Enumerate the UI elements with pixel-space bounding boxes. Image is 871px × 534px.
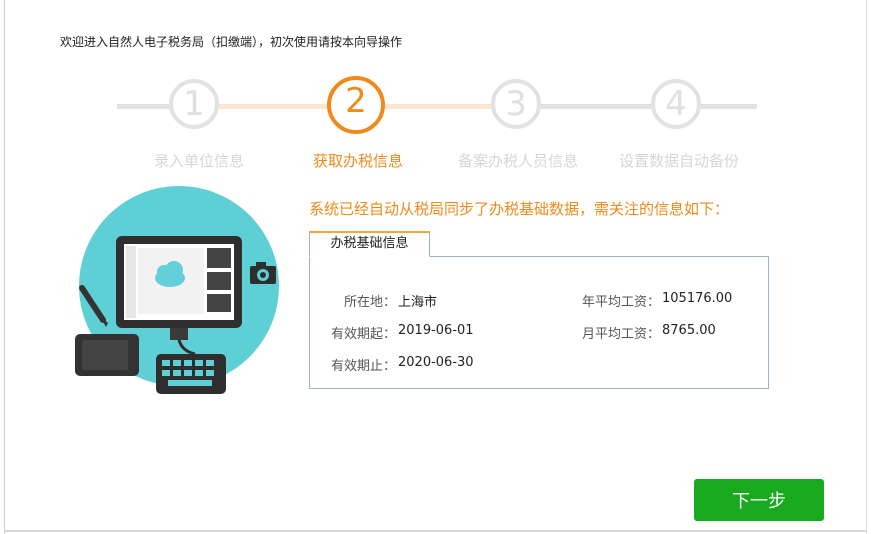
welcome-text: 欢迎进入自然人电子税务局（扣缴端），初次使用请按本向导操作 — [60, 35, 403, 49]
step-1-label: 录入单位信息 — [153, 152, 244, 170]
window-border-left — [4, 0, 5, 534]
step-line-3-4 — [541, 104, 651, 109]
step-line-1-2 — [219, 104, 331, 109]
annual-avg-wage-value: 105176.00 — [662, 291, 733, 306]
valid-from-label: 有效期起： — [330, 327, 396, 342]
tablet-icon — [75, 334, 139, 376]
step-4-label: 设置数据自动备份 — [618, 152, 739, 170]
desk-illustration — [75, 186, 279, 394]
step-line-start — [117, 104, 171, 109]
monthly-avg-wage-label: 月平均工资： — [581, 327, 660, 342]
next-button[interactable]: 下一步 — [694, 479, 824, 521]
step-line-2-3 — [381, 104, 493, 109]
valid-from-value: 2019-06-01 — [398, 323, 474, 338]
window-border-right — [866, 0, 867, 534]
step-1-circle: 1 — [169, 79, 219, 129]
step-2-label: 获取办税信息 — [312, 152, 403, 170]
step-3-circle: 3 — [491, 79, 541, 129]
monthly-avg-wage-value: 8765.00 — [662, 323, 716, 338]
step-3-label: 备案办税人员信息 — [457, 152, 578, 170]
step-2-circle: 2 — [327, 76, 385, 134]
step-4-circle: 4 — [651, 79, 701, 129]
step-line-end — [701, 104, 757, 109]
valid-to-label: 有效期止： — [330, 359, 396, 374]
annual-avg-wage-label: 年平均工资： — [581, 295, 660, 310]
window-border-bottom — [4, 530, 867, 532]
valid-to-value: 2020-06-30 — [398, 355, 474, 370]
location-label: 所在地： — [343, 295, 396, 310]
sync-notice: 系统已经自动从税局同步了办税基础数据，需关注的信息如下： — [309, 200, 730, 218]
location-value: 上海市 — [398, 295, 438, 310]
monitor-icon — [116, 236, 242, 340]
tab-basic-tax-info[interactable]: 办税基础信息 — [309, 231, 430, 257]
